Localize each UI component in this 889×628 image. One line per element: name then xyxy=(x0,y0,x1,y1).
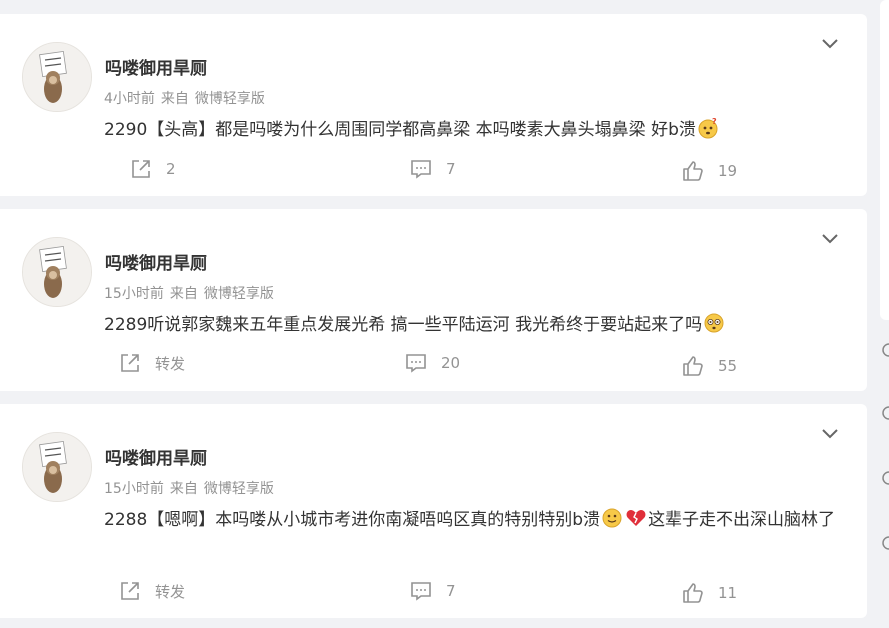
chevron-down-icon[interactable] xyxy=(821,38,839,50)
avatar[interactable] xyxy=(22,237,92,307)
like-button[interactable]: 19 xyxy=(682,160,737,182)
post-source[interactable]: 微博轻享版 xyxy=(195,91,265,107)
like-button[interactable]: 55 xyxy=(682,355,737,377)
post-meta: 15小时前 来自 微博轻享版 xyxy=(104,283,280,303)
svg-text:?: ? xyxy=(712,117,717,126)
comment-count: 20 xyxy=(441,354,461,372)
comment-count: 7 xyxy=(446,160,456,178)
question-face-icon: ? xyxy=(698,117,718,139)
post-text: 2289听说郭家魏来五年重点发展光希 搞一些平陆运河 我光希终于要站起来了吗 xyxy=(104,309,844,342)
monkey-avatar-icon xyxy=(23,433,91,501)
post-text-main: 2288【嗯啊】本吗喽从小城市考进你南凝唔呜区真的特别特别b溃 xyxy=(104,510,601,530)
repost-count: 2 xyxy=(166,160,176,178)
post-meta: 15小时前 来自 微博轻享版 xyxy=(104,478,280,498)
avatar[interactable] xyxy=(22,42,92,112)
source-prefix: 来自 xyxy=(169,286,198,302)
broken-heart-icon xyxy=(626,510,646,526)
comment-icon xyxy=(411,160,431,179)
author-name[interactable]: 吗喽御用旱厕 xyxy=(105,444,207,469)
share-icon xyxy=(121,582,139,600)
monkey-avatar-icon xyxy=(23,238,91,306)
like-button[interactable]: 11 xyxy=(682,582,737,604)
avatar[interactable] xyxy=(22,432,92,502)
flushed-face-icon xyxy=(704,313,724,333)
monkey-avatar-icon xyxy=(23,43,91,111)
repost-button[interactable]: 转发 xyxy=(119,580,185,602)
comment-button[interactable]: 7 xyxy=(410,158,456,180)
chevron-down-icon[interactable] xyxy=(821,233,839,245)
post-text: 2288【嗯啊】本吗喽从小城市考进你南凝唔呜区真的特别特别b溃 这辈子走不出深山脑… xyxy=(104,504,844,537)
right-sidebar-edge xyxy=(880,0,889,320)
post-time[interactable]: 15小时前 xyxy=(104,286,164,302)
post-time[interactable]: 4小时前 xyxy=(104,91,155,107)
repost-button[interactable]: 转发 xyxy=(119,352,185,374)
like-count: 55 xyxy=(718,357,738,375)
sidebar-icon[interactable] xyxy=(880,470,889,486)
comment-button[interactable]: 20 xyxy=(405,352,460,374)
source-prefix: 来自 xyxy=(169,481,198,497)
author-name[interactable]: 吗喽御用旱厕 xyxy=(105,249,207,274)
thumbs-up-icon xyxy=(683,583,703,603)
comment-icon xyxy=(406,354,426,373)
post-text-main: 2290【头高】都是吗喽为什么周围同学都高鼻梁 本吗喽素大鼻头塌鼻梁 好b溃 xyxy=(104,120,696,140)
share-icon xyxy=(121,354,139,372)
post-meta: 4小时前 来自 微博轻享版 xyxy=(104,88,271,108)
repost-label: 转发 xyxy=(155,354,186,373)
chevron-down-icon[interactable] xyxy=(821,428,839,440)
repost-button[interactable]: 2 xyxy=(130,158,176,180)
share-icon xyxy=(132,160,150,178)
post-time[interactable]: 15小时前 xyxy=(104,481,164,497)
thumbs-up-icon xyxy=(683,356,703,376)
like-count: 11 xyxy=(718,584,738,602)
comment-button[interactable]: 7 xyxy=(410,580,456,602)
comment-count: 7 xyxy=(446,582,456,600)
sidebar-icon[interactable] xyxy=(880,405,889,421)
sidebar-icon[interactable] xyxy=(880,342,889,358)
post-card: 吗喽御用旱厕 15小时前 来自 微博轻享版 2288【嗯啊】本吗喽从小城市考进你南凝… xyxy=(0,404,867,618)
post-text-main: 2289听说郭家魏来五年重点发展光希 搞一些平陆运河 我光希终于要站起来了吗 xyxy=(104,315,703,335)
thumbs-up-icon xyxy=(683,161,703,181)
post-text-continued: 这辈子走不出深山脑林了 xyxy=(648,510,836,530)
comment-icon xyxy=(411,582,431,601)
post-card: 吗喽御用旱厕 4小时前 来自 微博轻享版 2290【头高】都是吗喽为什么周围同学都高… xyxy=(0,14,867,196)
post-source[interactable]: 微博轻享版 xyxy=(204,481,274,497)
post-source[interactable]: 微博轻享版 xyxy=(204,286,274,302)
like-count: 19 xyxy=(718,162,738,180)
author-name[interactable]: 吗喽御用旱厕 xyxy=(105,54,207,79)
source-prefix: 来自 xyxy=(160,91,189,107)
repost-label: 转发 xyxy=(155,582,186,601)
sidebar-icon[interactable] xyxy=(880,535,889,551)
post-text: 2290【头高】都是吗喽为什么周围同学都高鼻梁 本吗喽素大鼻头塌鼻梁 好b溃? xyxy=(104,114,844,147)
post-card: 吗喽御用旱厕 15小时前 来自 微博轻享版 2289听说郭家魏来五年重点发展光希 搞… xyxy=(0,209,867,391)
smile-face-icon xyxy=(602,508,622,528)
